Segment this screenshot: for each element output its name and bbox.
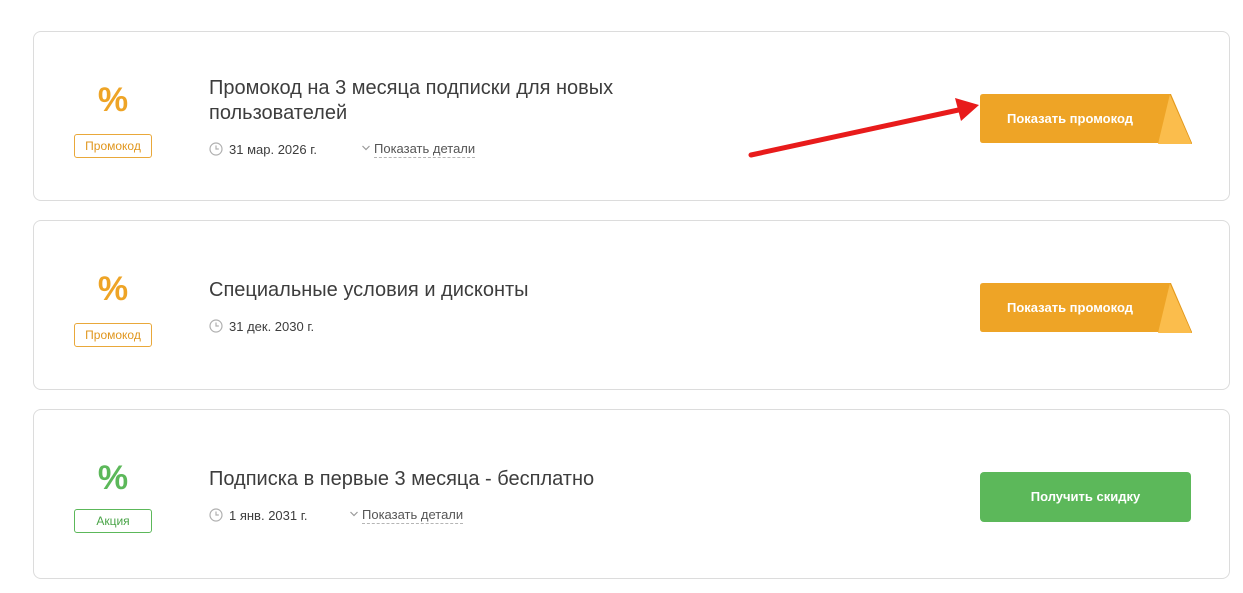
offer-title[interactable]: Подписка в первые 3 месяца - бесплатно: [209, 467, 679, 492]
show-details-link[interactable]: Показать детали: [361, 141, 476, 158]
clock-icon: [209, 318, 223, 333]
get-discount-button[interactable]: Получить скидку: [980, 472, 1191, 522]
sale-badge: Акция: [74, 509, 152, 533]
show-details-label: Показать детали: [374, 141, 476, 158]
promo-code-badge: Промокод: [74, 134, 152, 158]
percent-icon: %: [97, 81, 129, 119]
chevron-down-icon: [362, 145, 370, 150]
expiry-date: 31 мар. 2026 г.: [229, 142, 317, 158]
expiry-date: 1 янв. 2031 г.: [229, 508, 308, 524]
offer-meta: 31 дек. 2030 г.: [209, 318, 314, 336]
show-promo-code-button[interactable]: Показать промокод: [980, 283, 1192, 333]
offer-meta: 31 мар. 2026 г. Показать детали: [209, 141, 476, 159]
promo-code-badge: Промокод: [74, 323, 152, 347]
offer-card: % Промокод Специальные условия и дисконт…: [33, 220, 1230, 390]
percent-icon: %: [97, 459, 129, 497]
offer-badge: % Промокод: [74, 32, 152, 200]
percent-icon: %: [97, 270, 129, 308]
offer-card: % Акция Подписка в первые 3 месяца - бес…: [33, 409, 1230, 579]
clock-icon: [209, 141, 223, 156]
show-promo-code-label: Показать промокод: [1007, 111, 1133, 126]
show-details-link[interactable]: Показать детали: [349, 507, 464, 524]
offer-title[interactable]: Специальные условия и дисконты: [209, 278, 679, 303]
get-discount-label: Получить скидку: [1030, 489, 1141, 504]
offer-meta: 1 янв. 2031 г. Показать детали: [209, 507, 464, 525]
offer-card: % Промокод Промокод на 3 месяца подписки…: [33, 31, 1230, 201]
chevron-down-icon: [350, 511, 358, 516]
expiry-date: 31 дек. 2030 г.: [229, 319, 315, 335]
offers-list: % Промокод Промокод на 3 месяца подписки…: [0, 0, 1243, 593]
show-promo-code-button[interactable]: Показать промокод: [980, 94, 1192, 144]
clock-icon: [209, 507, 223, 522]
show-details-label: Показать детали: [362, 507, 464, 524]
offer-badge: % Акция: [74, 410, 152, 578]
offer-title[interactable]: Промокод на 3 месяца подписки для новых …: [209, 76, 679, 126]
show-promo-code-label: Показать промокод: [1007, 300, 1133, 315]
offer-badge: % Промокод: [74, 221, 152, 389]
